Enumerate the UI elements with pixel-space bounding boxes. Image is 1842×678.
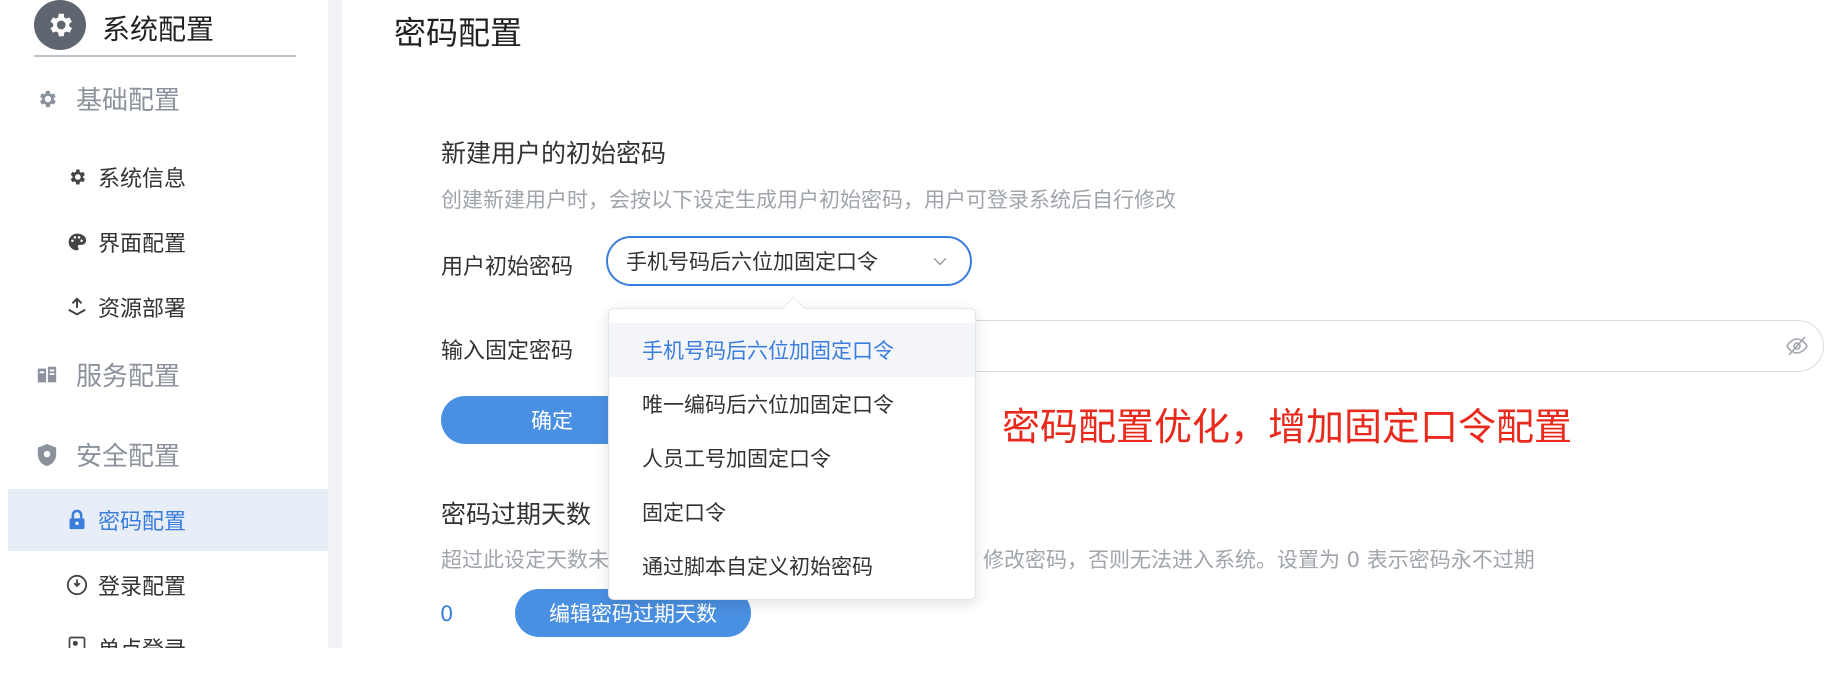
- sidebar-item-system-info[interactable]: 系统信息: [0, 146, 328, 208]
- sidebar-item-label: 界面配置: [98, 232, 187, 257]
- group-service-label: 服务配置: [76, 362, 181, 392]
- sidebar-item-password-config[interactable]: 密码配置: [8, 489, 328, 551]
- shield-icon: [34, 442, 60, 468]
- group-basic-label: 基础配置: [76, 86, 181, 116]
- annotation-text: 密码配置优化，增加固定口令配置: [1002, 405, 1573, 449]
- palette-icon: [64, 229, 90, 255]
- initial-password-select[interactable]: 手机号码后六位加固定口令: [606, 236, 972, 286]
- sidebar-item-ui-config[interactable]: 界面配置: [0, 211, 328, 273]
- dropdown-option[interactable]: 唯一编码后六位加固定口令: [609, 377, 975, 431]
- dropdown-option[interactable]: 手机号码后六位加固定口令: [609, 323, 975, 377]
- expiry-days-value: 0: [440, 602, 454, 626]
- sidebar-item-label: 系统信息: [98, 167, 187, 192]
- dropdown-option[interactable]: 固定口令: [609, 485, 975, 539]
- server-icon: [34, 362, 60, 388]
- gear-icon: [64, 164, 90, 190]
- page-title: 密码配置: [394, 14, 523, 52]
- eye-off-icon[interactable]: [1785, 335, 1809, 361]
- dropdown-arrow: [781, 296, 806, 321]
- sidebar-item-label: 密码配置: [98, 510, 187, 535]
- section-title-initial-password: 新建用户的初始密码: [441, 139, 667, 168]
- select-value: 手机号码后六位加固定口令: [626, 250, 878, 274]
- initial-password-dropdown: 手机号码后六位加固定口令 唯一编码后六位加固定口令 人员工号加固定口令 固定口令…: [608, 296, 976, 600]
- sidebar: 系统配置 基础配置 系统信息 界面配置 资源部署 服务配置 安全配置 密码配置 …: [0, 0, 328, 678]
- sidebar-item-label: 资源部署: [98, 297, 187, 322]
- fixed-password-label: 输入固定密码: [441, 339, 574, 364]
- group-basic[interactable]: 基础配置: [34, 80, 180, 117]
- fixed-password-input[interactable]: [976, 320, 1824, 372]
- group-service[interactable]: 服务配置: [34, 356, 180, 393]
- lock-icon: [64, 507, 90, 533]
- section-desc-expiry-end: 修改密码，否则无法进入系统。设置为 0 表示密码永不过期: [983, 548, 1535, 572]
- upload-tray-icon: [64, 294, 90, 320]
- section-desc-expiry-start: 超过此设定天数未: [441, 548, 609, 572]
- section-desc-initial-password: 创建新建用户时，会按以下设定生成用户初始密码，用户可登录系统后自行修改: [441, 188, 1176, 212]
- sidebar-item-sso[interactable]: 单点登录: [0, 618, 328, 648]
- gear-icon: [34, 86, 60, 112]
- group-security-label: 安全配置: [76, 442, 181, 472]
- initial-password-label: 用户初始密码: [441, 255, 574, 280]
- sidebar-divider: [328, 0, 342, 648]
- dropdown-option[interactable]: 通过脚本自定义初始密码: [609, 539, 975, 593]
- sidebar-item-resource-deploy[interactable]: 资源部署: [0, 276, 328, 338]
- sidebar-item-label: 单点登录: [98, 632, 186, 648]
- section-title-expiry: 密码过期天数: [441, 500, 592, 529]
- gear-icon: [34, 0, 86, 50]
- power-icon: [64, 572, 90, 598]
- group-security[interactable]: 安全配置: [34, 436, 180, 473]
- id-card-icon: [64, 632, 90, 648]
- chevron-down-icon: [930, 251, 950, 276]
- dropdown-option[interactable]: 人员工号加固定口令: [609, 431, 975, 485]
- sidebar-item-login-config[interactable]: 登录配置: [0, 554, 328, 616]
- sidebar-item-label: 登录配置: [98, 575, 187, 600]
- sidebar-header: 系统配置: [34, 0, 296, 57]
- sidebar-title: 系统配置: [102, 13, 215, 46]
